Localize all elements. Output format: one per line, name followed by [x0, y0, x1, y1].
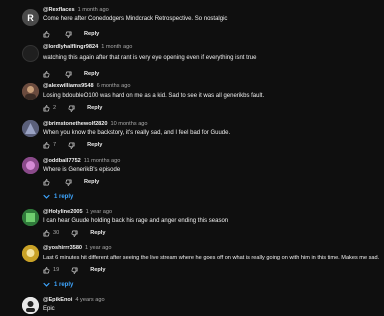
avatar[interactable] [22, 120, 39, 137]
comment-meta: @alexwilliams9548 6 months ago [43, 83, 130, 90]
comment-actions: Reply [43, 177, 99, 187]
reply-button[interactable]: Reply [87, 142, 102, 148]
comment-meta: @Holyline2005 1 year ago [43, 209, 112, 216]
dislike-button[interactable] [68, 142, 75, 149]
profile-photo-icon [22, 157, 39, 174]
reply-button[interactable]: Reply [90, 230, 105, 236]
dislike-button[interactable] [65, 71, 72, 78]
comment-text: Where is GenerikB's episode [43, 167, 121, 173]
comment-time[interactable]: 4 years ago [75, 297, 104, 303]
like-count: 2 [53, 105, 57, 111]
dislike-button[interactable] [65, 179, 72, 186]
comment-actions: 30 Reply [43, 228, 105, 238]
comment-text: watching this again after that rant is v… [43, 55, 257, 61]
profile-photo-icon [22, 209, 39, 226]
comment-text: Last 6 minutes hit different after seein… [43, 255, 380, 261]
comment-author[interactable]: @Holyline2005 [43, 209, 83, 215]
thumbs-up-icon [43, 141, 50, 148]
replies-count: 1 reply [54, 193, 74, 200]
like-count: 30 [53, 230, 60, 236]
comment-time[interactable]: 11 months ago [84, 158, 121, 164]
comment-text: When you know the backstory, it's really… [43, 130, 231, 136]
like-button[interactable] [43, 178, 53, 186]
comment-author[interactable]: @Rexflaces [43, 7, 75, 13]
comment-author[interactable]: @yoshirrr3580 [43, 245, 82, 251]
comment-author[interactable]: @brimstonethewolf2820 [43, 121, 108, 127]
avatar[interactable] [22, 157, 39, 174]
thumbs-down-icon [65, 179, 72, 186]
comment-time[interactable]: 1 month ago [78, 7, 109, 13]
comment-text: Losing bdoubleO100 was hard on me as a k… [43, 93, 265, 99]
profile-photo-icon [22, 83, 39, 100]
comment-meta: @oddball7752 11 months ago [43, 158, 120, 165]
thumbs-up-icon [43, 229, 50, 236]
dislike-button[interactable] [65, 31, 72, 38]
comment-meta: @yoshirrr3580 1 year ago [43, 245, 111, 252]
like-button[interactable] [43, 30, 53, 38]
comment-actions: 2 Reply [43, 103, 102, 113]
comment-meta: @Rexflaces 1 month ago [43, 7, 109, 14]
comment-text: I can hear Guude holding back his rage a… [43, 218, 229, 224]
reply-button[interactable]: Reply [84, 179, 99, 185]
comment-time[interactable]: 6 months ago [97, 83, 131, 89]
thumbs-down-icon [68, 105, 75, 112]
comment-author[interactable]: @lordlyhalflingr9824 [43, 44, 98, 50]
thumbs-down-icon [71, 230, 78, 237]
thumbs-up-icon [43, 266, 50, 273]
profile-photo-icon [22, 297, 39, 314]
thumbs-up-icon [43, 70, 50, 77]
comment-actions: 19 Reply [43, 265, 105, 275]
chevron-down-icon [43, 194, 50, 199]
profile-photo-icon [22, 245, 39, 262]
thumbs-down-icon [68, 142, 75, 149]
thumbs-up-icon [43, 178, 50, 185]
comment-author[interactable]: @EpikEnoi [43, 297, 72, 303]
avatar[interactable] [22, 209, 39, 226]
thumbs-down-icon [71, 267, 78, 274]
like-button[interactable]: 19 [43, 266, 60, 274]
reply-button[interactable]: Reply [87, 105, 102, 111]
like-button[interactable] [43, 70, 53, 78]
reply-button[interactable]: Reply [84, 31, 99, 37]
avatar[interactable] [22, 245, 39, 262]
dislike-button[interactable] [68, 105, 75, 112]
view-replies-button[interactable]: 1 reply [43, 281, 73, 288]
comment-author[interactable]: @alexwilliams9548 [43, 83, 94, 89]
like-button[interactable]: 30 [43, 229, 60, 237]
like-count: 19 [53, 267, 60, 273]
comment-time[interactable]: 1 year ago [85, 245, 111, 251]
comment-actions: 7 Reply [43, 140, 102, 150]
comment-text: Epic [43, 306, 55, 312]
reply-button[interactable]: Reply [84, 71, 99, 77]
profile-photo-icon [22, 120, 39, 137]
thumbs-down-icon [65, 71, 72, 78]
comment-time[interactable]: 1 year ago [86, 209, 112, 215]
thumbs-up-icon [43, 30, 50, 37]
like-count: 7 [53, 142, 57, 148]
avatar[interactable]: R [22, 9, 39, 26]
chevron-down-icon [43, 282, 50, 287]
avatar[interactable] [22, 45, 39, 62]
view-replies-button[interactable]: 1 reply [43, 193, 73, 200]
comment-author[interactable]: @oddball7752 [43, 158, 81, 164]
comment-meta: @lordlyhalflingr9824 1 month ago [43, 44, 132, 51]
replies-count: 1 reply [54, 281, 74, 288]
comment-meta: @brimstonethewolf2820 10 months ago [43, 121, 148, 128]
like-button[interactable]: 2 [43, 104, 57, 112]
comment-time[interactable]: 1 month ago [101, 44, 132, 50]
comment-meta: @EpikEnoi 4 years ago [43, 297, 105, 304]
avatar[interactable] [22, 83, 39, 100]
dislike-button[interactable] [71, 230, 78, 237]
reply-button[interactable]: Reply [90, 267, 105, 273]
avatar[interactable] [22, 297, 39, 314]
comment-actions: Reply [43, 29, 99, 39]
like-button[interactable]: 7 [43, 141, 57, 149]
thumbs-up-icon [43, 104, 50, 111]
dislike-button[interactable] [71, 267, 78, 274]
comment-text: Come here after Conedodgers Mindcrack Re… [43, 16, 228, 22]
comment-time[interactable]: 10 months ago [111, 121, 148, 127]
thumbs-down-icon [65, 31, 72, 38]
comment-actions: Reply [43, 69, 99, 79]
